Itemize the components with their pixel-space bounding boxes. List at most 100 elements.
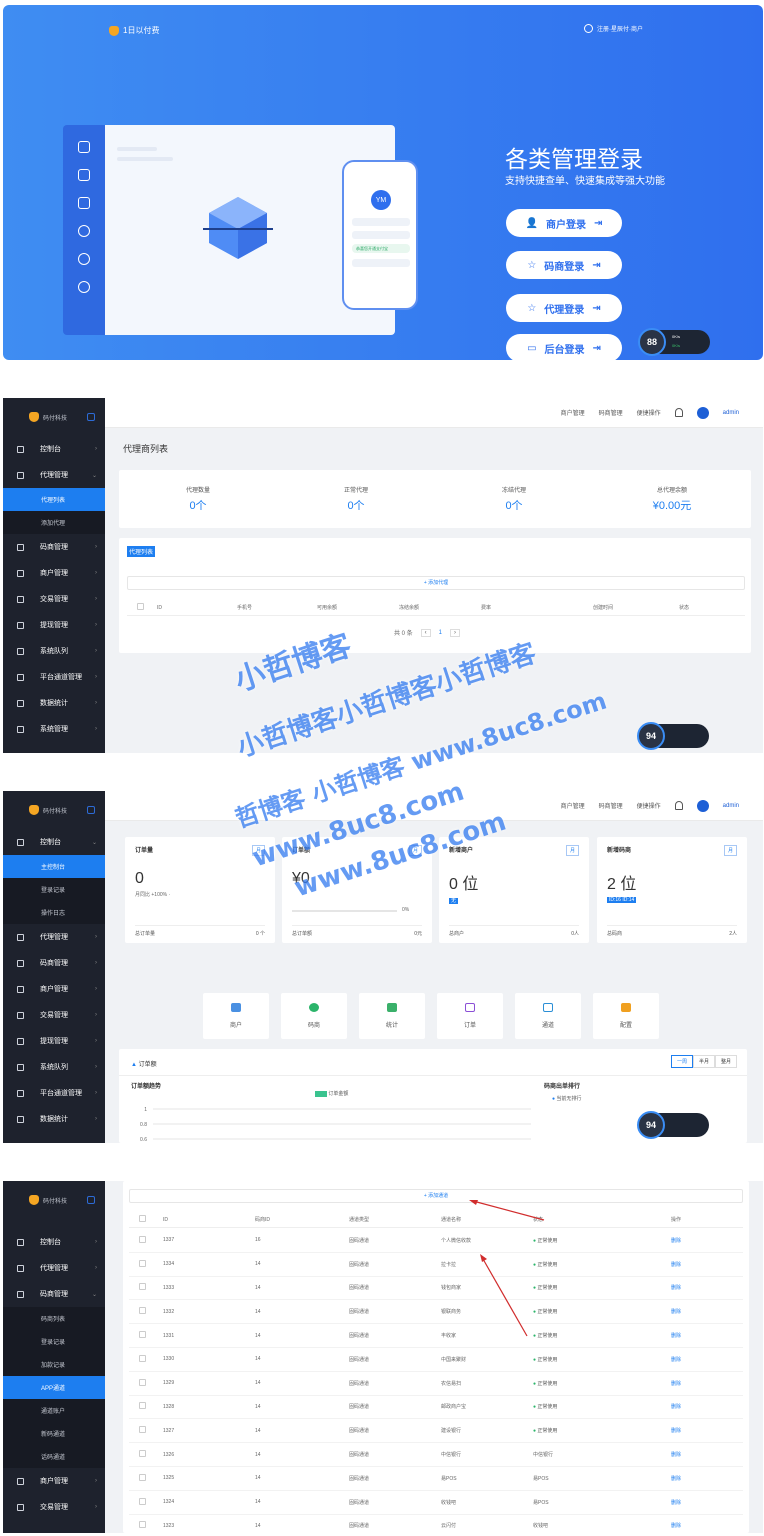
delete-link[interactable]: 删除 [671, 1332, 721, 1339]
row-checkbox[interactable] [129, 1259, 163, 1269]
avatar[interactable] [696, 406, 709, 419]
row-checkbox-box[interactable] [139, 1426, 146, 1434]
sidebar-item-withdraw[interactable]: 提现管理 › [3, 1028, 105, 1054]
sidebar-item-queue[interactable]: 系统队列 › [3, 1054, 105, 1080]
home-icon[interactable] [87, 806, 96, 814]
sidebar-item-stats[interactable]: 数据统计 › [3, 1106, 105, 1132]
admin-name[interactable]: admin [723, 803, 739, 809]
home-icon[interactable] [87, 1196, 96, 1204]
bell-icon[interactable] [674, 408, 683, 417]
merchant-login-button[interactable]: 👤 商户登录 ⇥ [506, 209, 622, 237]
delete-link[interactable]: 删除 [671, 1284, 721, 1291]
row-checkbox[interactable] [129, 1521, 163, 1530]
row-checkbox[interactable] [129, 1473, 163, 1483]
home-icon[interactable] [87, 413, 96, 421]
sidebar-item-queue[interactable]: 系统队列 › [3, 638, 105, 664]
sidebar-item-agent[interactable]: 代理管理 ⌄ [3, 462, 105, 488]
sidebar-item-trade[interactable]: 交易管理 › [3, 586, 105, 612]
select-all-checkbox[interactable] [137, 603, 144, 610]
sidebar-item-merchant[interactable]: 商户管理 › [3, 1468, 105, 1494]
quick-stats[interactable]: 统计 [359, 993, 425, 1039]
sidebar-sub-login-log[interactable]: 登录记录 [3, 878, 105, 901]
col-id[interactable]: ID [157, 605, 237, 611]
sidebar-item-merchant[interactable]: 商户管理 › [3, 976, 105, 1002]
sidebar-item-coder[interactable]: 码商管理 ⌄ [3, 1281, 105, 1307]
row-checkbox[interactable] [129, 1402, 163, 1411]
page-prev-button[interactable]: ‹ [420, 628, 431, 637]
quick-config[interactable]: 配置 [593, 993, 659, 1039]
delete-link[interactable]: 删除 [671, 1403, 721, 1410]
sidebar-item-console[interactable]: 控制台 › [3, 1229, 105, 1255]
agent-login-button[interactable]: ☆ 代理登录 ⇥ [506, 294, 622, 322]
range-week[interactable]: 一周 [670, 1055, 693, 1068]
quick-action-link[interactable]: 便捷操作 [637, 408, 661, 417]
row-checkbox-box[interactable] [139, 1307, 146, 1315]
row-checkbox-box[interactable] [139, 1402, 146, 1410]
avatar[interactable] [696, 799, 709, 812]
merchant-manage-link[interactable]: 商户管理 [561, 801, 585, 810]
quick-channel[interactable]: 通道 [515, 993, 581, 1039]
quick-coder[interactable]: 码商 [281, 993, 347, 1039]
select-all-checkbox[interactable] [139, 1215, 146, 1222]
delete-link[interactable]: 删除 [671, 1522, 721, 1529]
sidebar-item-agent[interactable]: 代理管理 › [3, 1255, 105, 1281]
row-checkbox-box[interactable] [139, 1259, 146, 1267]
row-checkbox[interactable] [129, 1235, 163, 1245]
row-checkbox[interactable] [129, 1307, 163, 1316]
row-checkbox-box[interactable] [139, 1450, 146, 1458]
sidebar-item-console[interactable]: 控制台 › [3, 436, 105, 462]
sidebar-item-coder[interactable]: 码商管理 › [3, 950, 105, 976]
sidebar-item-trade[interactable]: 交易管理 › [3, 1494, 105, 1520]
delete-link[interactable]: 删除 [671, 1475, 721, 1482]
quick-order[interactable]: 订单 [437, 993, 503, 1039]
row-checkbox-box[interactable] [139, 1331, 146, 1339]
user-link[interactable]: 注册·星辰付·商户 [584, 24, 643, 33]
row-checkbox-box[interactable] [139, 1378, 146, 1386]
row-checkbox-box[interactable] [139, 1497, 146, 1505]
row-checkbox[interactable] [129, 1497, 163, 1507]
row-checkbox[interactable] [129, 1331, 163, 1340]
sidebar-item-merchant[interactable]: 商户管理 › [3, 560, 105, 586]
range-month[interactable]: 整月 [714, 1055, 737, 1068]
page-next-button[interactable]: › [450, 628, 461, 637]
sidebar-item-stats[interactable]: 数据统计 › [3, 690, 105, 716]
sidebar-sub-new-channel[interactable]: 新码通道 [3, 1422, 105, 1445]
sidebar-sub-op-log[interactable]: 操作日志 [3, 901, 105, 924]
quick-merchant[interactable]: 商户 [203, 993, 269, 1039]
sidebar-item-console[interactable]: 控制台 ⌄ [3, 829, 105, 855]
admin-name[interactable]: admin [723, 410, 739, 416]
sidebar-sub-add-agent[interactable]: 添加代理 [3, 511, 105, 534]
quick-action-link[interactable]: 便捷操作 [637, 801, 661, 810]
sidebar-item-channel[interactable]: 平台通道管理 › [3, 1080, 105, 1106]
sidebar-item-withdraw[interactable]: 提现管理 › [3, 612, 105, 638]
sidebar-sub-deposit-log[interactable]: 加款记录 [3, 1353, 105, 1376]
sidebar-sub-coder-list[interactable]: 码商列表 [3, 1307, 105, 1330]
row-checkbox-box[interactable] [139, 1521, 146, 1529]
page-1-button[interactable]: 1 [439, 630, 442, 636]
add-agent-button[interactable]: + 添加代理 [127, 576, 745, 590]
col-created[interactable]: 创建时间 [593, 604, 679, 611]
sidebar-sub-agent-list[interactable]: 代理列表 [3, 488, 105, 511]
sidebar-sub-voice-channel[interactable]: 话码通道 [3, 1445, 105, 1468]
delete-link[interactable]: 删除 [671, 1261, 721, 1268]
admin-login-button[interactable]: ▭ 后台登录 ⇥ [506, 334, 622, 360]
range-half-month[interactable]: 半月 [692, 1055, 715, 1068]
delete-link[interactable]: 删除 [671, 1356, 721, 1363]
coder-manage-link[interactable]: 码商管理 [599, 408, 623, 417]
sidebar-item-coder[interactable]: 码商管理 › [3, 534, 105, 560]
row-checkbox-box[interactable] [139, 1473, 146, 1481]
delete-link[interactable]: 删除 [671, 1427, 721, 1434]
delete-link[interactable]: 删除 [671, 1380, 721, 1387]
row-checkbox-box[interactable] [139, 1283, 146, 1291]
row-checkbox[interactable] [129, 1354, 163, 1364]
merchant-manage-link[interactable]: 商户管理 [561, 408, 585, 417]
delete-link[interactable]: 删除 [671, 1499, 721, 1506]
delete-link[interactable]: 删除 [671, 1308, 721, 1315]
coder-manage-link[interactable]: 码商管理 [599, 801, 623, 810]
sidebar-sub-login-log[interactable]: 登录记录 [3, 1330, 105, 1353]
sidebar-item-agent[interactable]: 代理管理 › [3, 924, 105, 950]
row-checkbox[interactable] [129, 1283, 163, 1292]
row-checkbox[interactable] [129, 1426, 163, 1435]
sidebar-item-channel[interactable]: 平台通道管理 › [3, 664, 105, 690]
sidebar-sub-channel-account[interactable]: 通道账户 [3, 1399, 105, 1422]
